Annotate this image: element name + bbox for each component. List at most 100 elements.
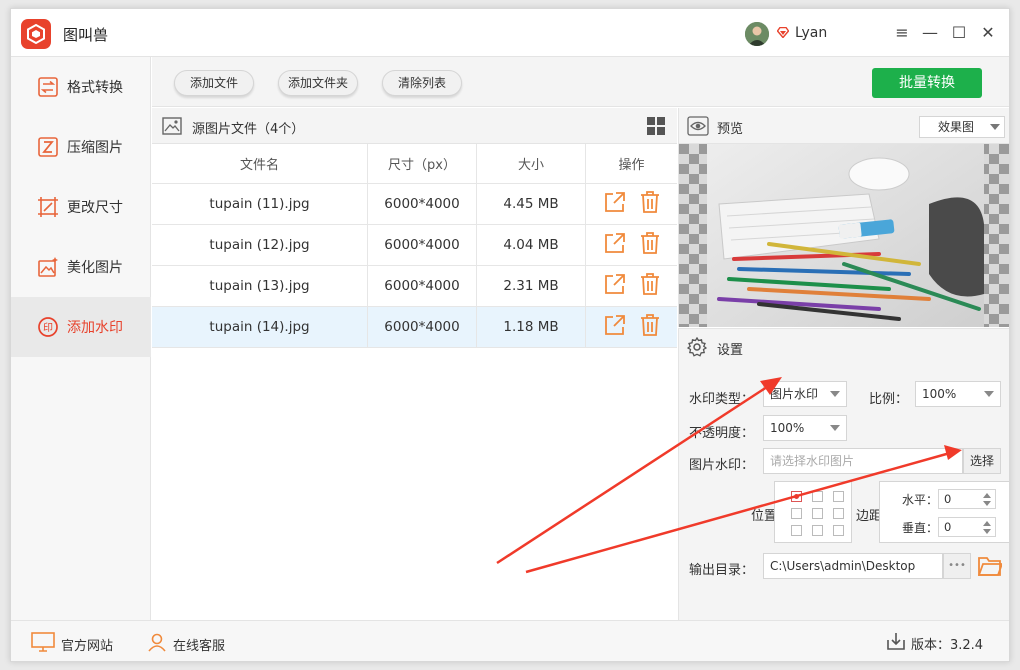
convert-icon <box>37 76 59 98</box>
delete-icon[interactable] <box>640 314 660 340</box>
image-icon <box>162 117 182 139</box>
column-header-filename: 文件名 <box>152 144 368 183</box>
sidebar-item-beautify[interactable]: 美化图片 <box>11 237 151 297</box>
compress-icon <box>37 136 59 158</box>
file-name: tupain (12).jpg <box>152 225 368 265</box>
row-actions <box>586 225 677 265</box>
file-dimensions: 6000*4000 <box>368 225 477 265</box>
file-list-header: 源图片文件（4个） <box>152 108 677 144</box>
official-website-link[interactable]: 官方网站 <box>31 632 113 656</box>
position-middle-right[interactable] <box>833 508 844 519</box>
file-size: 2.31 MB <box>477 266 586 306</box>
position-center[interactable] <box>812 508 823 519</box>
file-size: 4.04 MB <box>477 225 586 265</box>
app-title: 图叫兽 <box>63 26 109 44</box>
menu-icon[interactable]: ≡ <box>890 21 914 45</box>
download-icon <box>887 632 905 654</box>
preview-image <box>678 144 1009 327</box>
position-bottom-left[interactable] <box>791 525 802 536</box>
file-table: 文件名 尺寸（px） 大小 操作 tupain (11).jpg 6000*40… <box>152 144 677 348</box>
sidebar-item-compress[interactable]: 压缩图片 <box>11 117 151 177</box>
file-name: tupain (14).jpg <box>152 307 368 347</box>
online-support-link[interactable]: 在线客服 <box>147 632 225 656</box>
ratio-select[interactable]: 100% <box>915 381 1001 407</box>
position-top-right[interactable] <box>833 491 844 502</box>
open-external-icon[interactable] <box>604 273 626 299</box>
user-name[interactable]: Lyan <box>795 25 827 41</box>
file-dimensions: 6000*4000 <box>368 184 477 224</box>
app-logo-icon <box>21 19 51 49</box>
svg-text:印: 印 <box>43 322 53 334</box>
open-external-icon[interactable] <box>604 314 626 340</box>
add-folder-button[interactable]: 添加文件夹 <box>278 70 358 96</box>
preview-mode-select[interactable]: 效果图 <box>919 116 1005 138</box>
watermark-icon: 印 <box>37 316 59 338</box>
sidebar-item-label: 压缩图片 <box>67 140 123 156</box>
online-support-label: 在线客服 <box>173 638 226 654</box>
position-middle-left[interactable] <box>791 508 802 519</box>
column-header-actions: 操作 <box>618 158 645 173</box>
vip-badge-icon <box>776 26 790 42</box>
position-top-left[interactable] <box>791 491 802 502</box>
close-button[interactable]: ✕ <box>976 21 1000 45</box>
sidebar-item-label: 格式转换 <box>67 80 123 96</box>
sidebar: 格式转换 压缩图片 更改尺寸 美化图片 印 添加水印 <box>11 57 151 620</box>
watermark-image-input[interactable]: 请选择水印图片 <box>763 448 963 474</box>
sidebar-item-label: 添加水印 <box>67 320 123 336</box>
table-row-selected[interactable]: tupain (14).jpg 6000*4000 1.18 MB <box>152 307 677 348</box>
row-actions <box>586 266 677 306</box>
delete-icon[interactable] <box>640 232 660 258</box>
ratio-label: 比例： <box>869 392 909 407</box>
clear-list-button[interactable]: 清除列表 <box>382 70 462 96</box>
table-header-row: 文件名 尺寸（px） 大小 操作 <box>152 144 677 184</box>
support-agent-icon <box>147 632 167 656</box>
add-file-button[interactable]: 添加文件 <box>174 70 254 96</box>
maximize-button[interactable]: ☐ <box>947 21 971 45</box>
position-top-center[interactable] <box>812 491 823 502</box>
delete-icon[interactable] <box>640 191 660 217</box>
grid-view-icon[interactable] <box>646 116 666 140</box>
chevron-down-icon <box>990 124 1000 130</box>
position-bottom-right[interactable] <box>833 525 844 536</box>
sidebar-item-label: 更改尺寸 <box>67 200 123 216</box>
preview-header: 预览 效果图 <box>678 108 1009 144</box>
batch-convert-button[interactable]: 批量转换 <box>872 68 982 98</box>
title-bar: 图叫兽 Lyan ≡ — ☐ ✕ <box>11 9 1009 57</box>
sidebar-item-format-convert[interactable]: 格式转换 <box>11 57 151 117</box>
row-actions <box>586 184 677 224</box>
folder-icon[interactable] <box>977 555 1004 581</box>
preview-title: 预览 <box>717 122 744 137</box>
delete-icon[interactable] <box>640 273 660 299</box>
version-label: 版本：3.2.4 <box>911 637 984 653</box>
choose-watermark-button[interactable]: 选择 <box>963 448 1001 474</box>
browse-more-button[interactable]: ••• <box>943 553 971 579</box>
official-website-label: 官方网站 <box>61 638 114 654</box>
column-header-size: 大小 <box>477 144 586 183</box>
gear-icon <box>686 336 708 361</box>
open-external-icon[interactable] <box>604 191 626 217</box>
watermark-type-label: 水印类型： <box>689 392 755 407</box>
toolbar: 添加文件 添加文件夹 清除列表 批量转换 <box>152 57 1009 107</box>
settings-title: 设置 <box>717 343 744 358</box>
version-info[interactable]: 版本：3.2.4 <box>887 632 983 654</box>
position-bottom-center[interactable] <box>812 525 823 536</box>
table-row[interactable]: tupain (11).jpg 6000*4000 4.45 MB <box>152 184 677 225</box>
vertical-margin-input[interactable]: 0 <box>938 517 996 537</box>
settings-panel: 水印类型： 图片水印 比例： 100% 不透明度： 100% 图片水印： 请选择… <box>678 364 1009 620</box>
row-actions <box>586 307 677 347</box>
output-dir-input[interactable]: C:\Users\admin\Desktop <box>763 553 943 579</box>
table-row[interactable]: tupain (12).jpg 6000*4000 4.04 MB <box>152 225 677 266</box>
chevron-down-icon <box>830 425 840 431</box>
horizontal-margin-input[interactable]: 0 <box>938 489 996 509</box>
sidebar-item-watermark[interactable]: 印 添加水印 <box>11 297 151 357</box>
open-external-icon[interactable] <box>604 232 626 258</box>
sidebar-item-resize[interactable]: 更改尺寸 <box>11 177 151 237</box>
user-avatar[interactable] <box>745 22 769 46</box>
watermark-type-select[interactable]: 图片水印 <box>763 381 847 407</box>
opacity-select[interactable]: 100% <box>763 415 847 441</box>
settings-header: 设置 <box>678 328 1009 364</box>
resize-icon <box>37 196 59 218</box>
table-row[interactable]: tupain (13).jpg 6000*4000 2.31 MB <box>152 266 677 307</box>
minimize-button[interactable]: — <box>918 21 942 45</box>
chevron-down-icon <box>984 391 994 397</box>
